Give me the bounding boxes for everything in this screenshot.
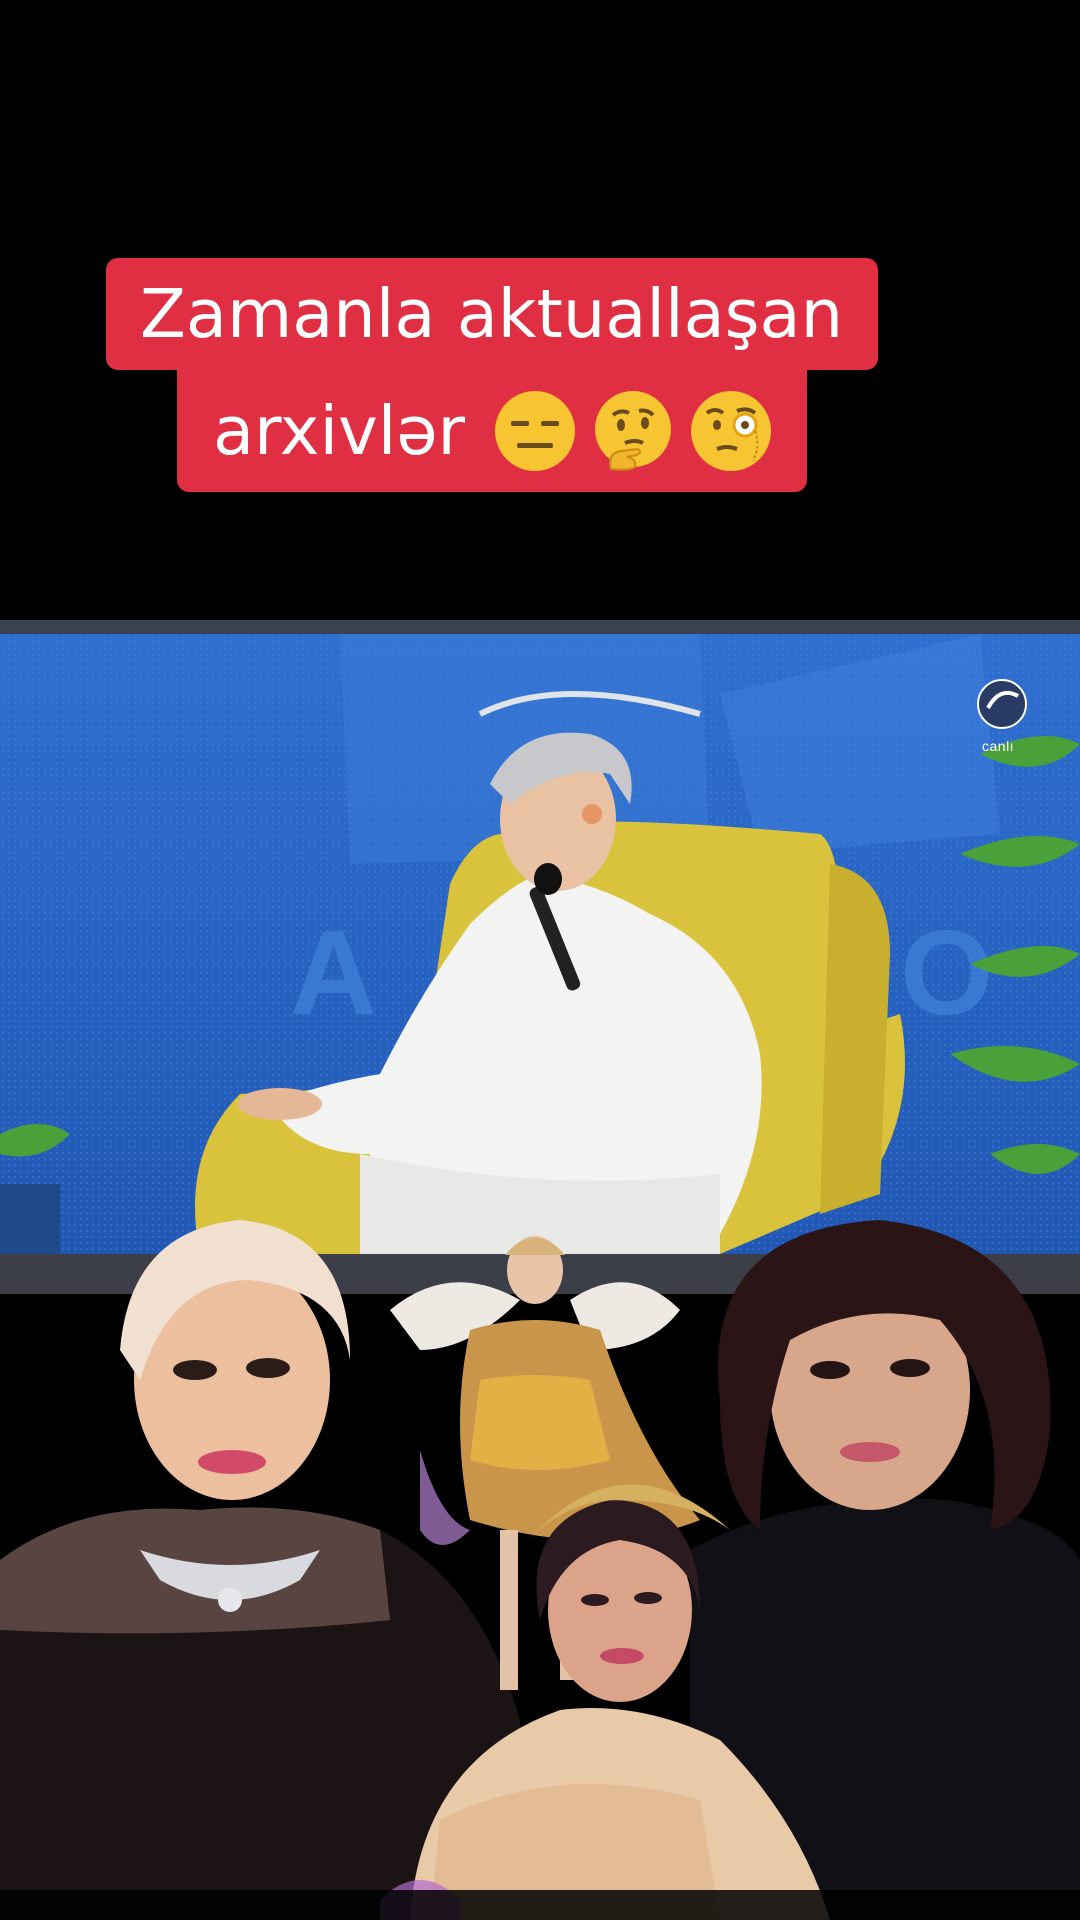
channel-logo-text: canlı	[982, 738, 1015, 754]
video-top-bar	[0, 620, 1080, 634]
video-frame: Zamanla aktuallaşan arxivlər A O canlı	[0, 0, 1080, 1920]
caption-text-2: arxivlər	[213, 391, 466, 470]
expressionless-face-icon	[495, 391, 576, 471]
thinking-face-icon	[595, 391, 672, 471]
svg-text:A: A	[290, 906, 377, 1040]
svg-text:O: O	[900, 906, 993, 1040]
caption-text-1: Zamanla aktuallaşan	[140, 274, 844, 353]
portrait-collage	[0, 1220, 1080, 1920]
caption-line-2: arxivlər	[177, 370, 807, 492]
studio-video-still: A O	[0, 634, 1080, 1254]
caption-line-1: Zamanla aktuallaşan	[106, 258, 878, 370]
face-with-monocle-icon	[691, 391, 772, 471]
